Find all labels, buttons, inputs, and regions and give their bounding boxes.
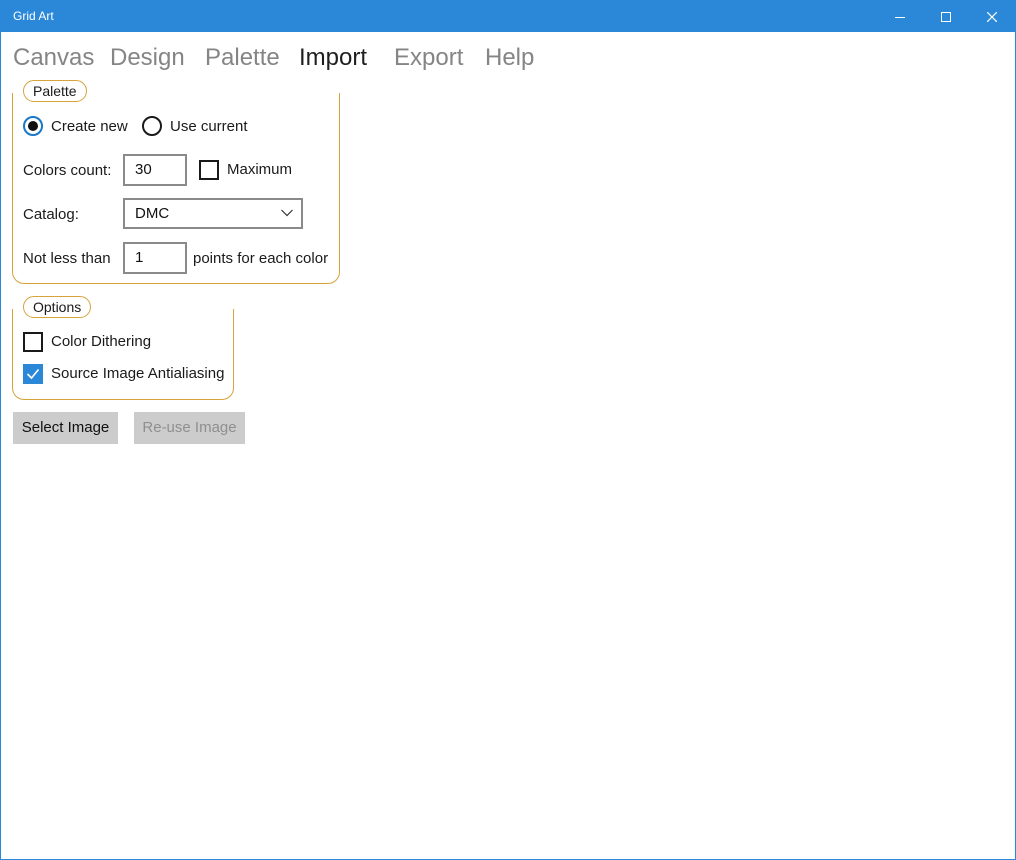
min-points-input[interactable]: 1 <box>123 242 187 274</box>
select-image-button[interactable]: Select Image <box>13 412 118 444</box>
menu-design[interactable]: Design <box>110 41 185 75</box>
minimize-icon <box>895 16 905 18</box>
antialiasing-checkbox[interactable] <box>23 364 43 384</box>
window-title: Grid Art <box>13 9 54 23</box>
antialiasing-label[interactable]: Source Image Antialiasing <box>51 364 224 384</box>
create-new-label[interactable]: Create new <box>51 117 128 137</box>
catalog-label: Catalog: <box>23 206 79 223</box>
menu-import[interactable]: Import <box>299 41 367 75</box>
options-group <box>12 309 234 400</box>
minimize-button[interactable] <box>877 1 923 32</box>
menu-help[interactable]: Help <box>485 41 534 75</box>
app-window: Grid Art Canvas Design Palette Import Ex… <box>0 0 1016 860</box>
color-dithering-label[interactable]: Color Dithering <box>51 332 151 352</box>
catalog-select[interactable]: DMC <box>123 198 303 229</box>
create-new-radio[interactable] <box>23 116 43 136</box>
points-suffix-label: points for each color <box>193 250 329 267</box>
main-menu: Canvas Design Palette Import Export Help <box>1 41 1015 77</box>
title-bar[interactable]: Grid Art <box>1 1 1015 32</box>
catalog-value: DMC <box>135 205 170 222</box>
menu-palette[interactable]: Palette <box>205 41 280 75</box>
use-current-radio[interactable] <box>142 116 162 136</box>
colors-count-input[interactable]: 30 <box>123 154 187 186</box>
not-less-than-label: Not less than <box>23 250 111 267</box>
menu-export[interactable]: Export <box>394 41 463 75</box>
color-dithering-checkbox[interactable] <box>23 332 43 352</box>
close-icon <box>987 11 997 22</box>
checkmark-icon <box>26 368 40 380</box>
reuse-image-button[interactable]: Re-use Image <box>134 412 245 444</box>
menu-canvas[interactable]: Canvas <box>13 41 94 75</box>
maximum-checkbox[interactable] <box>199 160 219 180</box>
chevron-down-icon <box>281 209 293 217</box>
maximum-label[interactable]: Maximum <box>227 160 292 180</box>
colors-count-label: Colors count: <box>23 162 112 179</box>
close-button[interactable] <box>969 1 1015 32</box>
palette-group-header: Palette <box>23 80 87 102</box>
options-group-header: Options <box>23 296 92 318</box>
maximize-icon <box>941 11 951 22</box>
maximize-button[interactable] <box>923 1 969 32</box>
use-current-label[interactable]: Use current <box>170 117 248 137</box>
